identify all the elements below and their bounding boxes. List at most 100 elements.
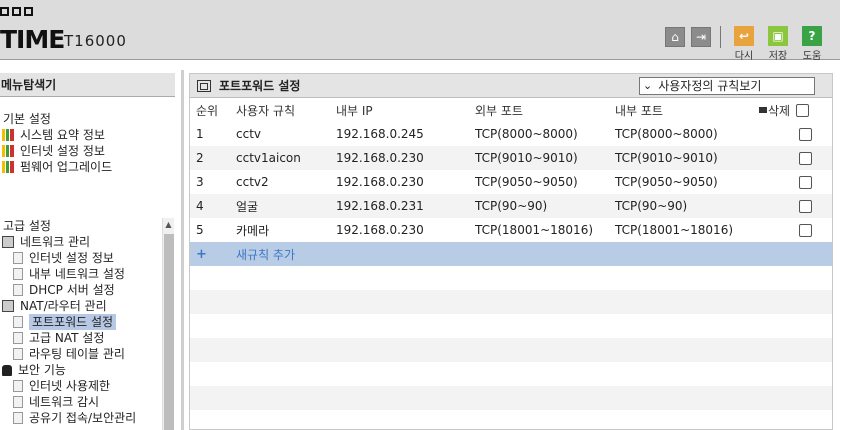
sidebar-item-internet-info[interactable]: 인터넷 설정 정보 [0,143,112,159]
help-button[interactable]: ? 도움 [798,26,826,62]
cell-external-port: TCP(9050~9050) [475,175,578,189]
row-delete-checkbox[interactable] [799,223,812,237]
sidebar-item-system-summary[interactable]: 시스템 요약 정보 [0,127,112,143]
scroll-thumb[interactable] [164,234,174,430]
table-header: 순위 사용자 규칙 내부 IP 외부 포트 내부 포트 삭제 [190,98,832,122]
page-icon [13,284,23,296]
row-delete-checkbox[interactable] [799,151,812,165]
scroll-up-arrow-icon[interactable]: ▲ [163,218,174,232]
col-delete: 삭제 [759,102,810,119]
table-row[interactable]: 2 cctv1aicon 192.168.0.230 TCP(9010~9010… [190,146,832,170]
pane-divider[interactable] [181,70,184,430]
sidebar-item-internet-restrict[interactable]: 인터넷 사용제한 [0,378,162,394]
sidebar-group-network[interactable]: 네트워크 관리 [0,234,162,250]
cell-ip: 192.168.0.245 [336,127,424,141]
revert-icon: ↩ [734,26,754,46]
page-icon [13,332,23,344]
empty-row [190,290,832,314]
cell-external-port: TCP(18001~18016) [475,223,594,237]
cell-ip: 192.168.0.231 [336,199,424,213]
sidebar-item-routing-table[interactable]: 라우팅 테이블 관리 [0,346,162,362]
empty-row [190,338,832,362]
table-row[interactable]: 1 cctv 192.168.0.245 TCP(8000~8000) TCP(… [190,122,832,146]
rule-view-select[interactable]: ⌄ 사용자정의 규칙보기 [639,77,815,95]
bar-chart-icon [2,129,14,141]
sidebar-item-port-forward[interactable]: 포트포워드 설정 [0,314,162,330]
empty-row [190,386,832,410]
cell-rule: cctv1aicon [236,151,301,165]
select-all-checkbox[interactable] [796,103,810,117]
top-header: TIME T16000 ⌂ ⇥ ↩ 다시 ▣ 저장 ? 도움 [0,0,840,62]
table-row[interactable]: 4 얼굴 192.168.0.231 TCP(90~90) TCP(90~90) [190,194,832,218]
sidebar-item-advanced-nat[interactable]: 고급 NAT 설정 [0,330,162,346]
sidebar-advanced-heading[interactable]: 고급 설정 [0,218,162,234]
brand-logo: TIME [0,25,65,54]
empty-row [190,314,832,338]
cell-rule: cctv [236,127,262,141]
empty-row [190,266,832,290]
cell-rule: cctv2 [236,175,269,189]
revert-label: 다시 [734,51,754,62]
panel-title: 포트포워드 설정 [219,79,301,93]
col-internal-ip: 내부 IP [336,103,373,118]
logout-icon[interactable]: ⇥ [691,27,711,47]
minus-icon [759,107,767,113]
chevron-down-icon: ⌄ [643,79,653,92]
cell-rank: 5 [196,223,204,237]
page-icon [13,268,23,280]
sidebar-item-lan-settings[interactable]: 내부 네트워크 설정 [0,266,162,282]
cell-internal-port: TCP(18001~18016) [615,223,734,237]
plus-icon: + [196,246,207,262]
sidebar-scrollbar[interactable]: ▲ [162,218,174,430]
sidebar-item-firmware[interactable]: 펌웨어 업그레이드 [0,159,112,175]
col-internal-port: 내부 포트 [615,103,663,118]
cell-rank: 3 [196,175,204,189]
lock-icon [2,364,12,376]
col-delete-label: 삭제 [768,103,791,118]
empty-row [190,362,832,386]
page-icon [13,380,23,392]
cell-external-port: TCP(90~90) [475,199,548,213]
sidebar-item-access-security[interactable]: 공유기 접속/보안관리 [0,410,162,426]
upgrade-icon [2,161,14,173]
cell-ip: 192.168.0.230 [336,151,424,165]
table-row[interactable]: 5 카메라 192.168.0.230 TCP(18001~18016) TCP… [190,218,832,242]
cell-ip: 192.168.0.230 [336,175,424,189]
row-delete-checkbox[interactable] [799,199,812,213]
sidebar-group-security[interactable]: 보안 기능 [0,362,162,378]
network-icon [2,236,14,248]
save-button[interactable]: ▣ 저장 [764,26,792,62]
cell-internal-port: TCP(9010~9010) [615,151,718,165]
page-icon [13,396,23,408]
sidebar-item-network-monitor[interactable]: 네트워크 감시 [0,394,162,410]
logo-mark [0,7,33,16]
cell-external-port: TCP(9010~9010) [475,151,578,165]
cell-internal-port: TCP(90~90) [615,199,688,213]
row-delete-checkbox[interactable] [799,175,812,189]
page-icon [13,316,23,328]
page-icon [13,412,23,424]
help-label: 도움 [802,51,822,62]
save-label: 저장 [768,51,788,62]
revert-button[interactable]: ↩ 다시 [730,26,758,62]
sidebar-item-internet-settings[interactable]: 인터넷 설정 정보 [0,250,162,266]
cell-rule: 얼굴 [236,199,259,214]
cell-rank: 4 [196,199,204,213]
toolbar: ⌂ ⇥ ↩ 다시 ▣ 저장 ? 도움 [665,26,826,62]
row-delete-checkbox[interactable] [799,127,812,141]
help-icon: ? [802,26,822,46]
router-icon [2,300,14,312]
globe-icon [2,145,14,157]
window-icon [197,79,211,92]
add-rule-button[interactable]: + 새규칙 추가 [190,242,832,266]
sidebar-title: 메뉴탐색기 [0,73,175,97]
cell-rank: 2 [196,151,204,165]
rule-view-value: 사용자정의 규칙보기 [658,79,762,93]
col-external-port: 외부 포트 [475,103,523,118]
sidebar-group-nat[interactable]: NAT/라우터 관리 [0,298,162,314]
empty-row [190,410,832,430]
table-row[interactable]: 3 cctv2 192.168.0.230 TCP(9050~9050) TCP… [190,170,832,194]
home-icon[interactable]: ⌂ [665,27,685,47]
sidebar-item-dhcp[interactable]: DHCP 서버 설정 [0,282,162,298]
sidebar-basic-heading[interactable]: 기본 설정 [0,111,112,127]
